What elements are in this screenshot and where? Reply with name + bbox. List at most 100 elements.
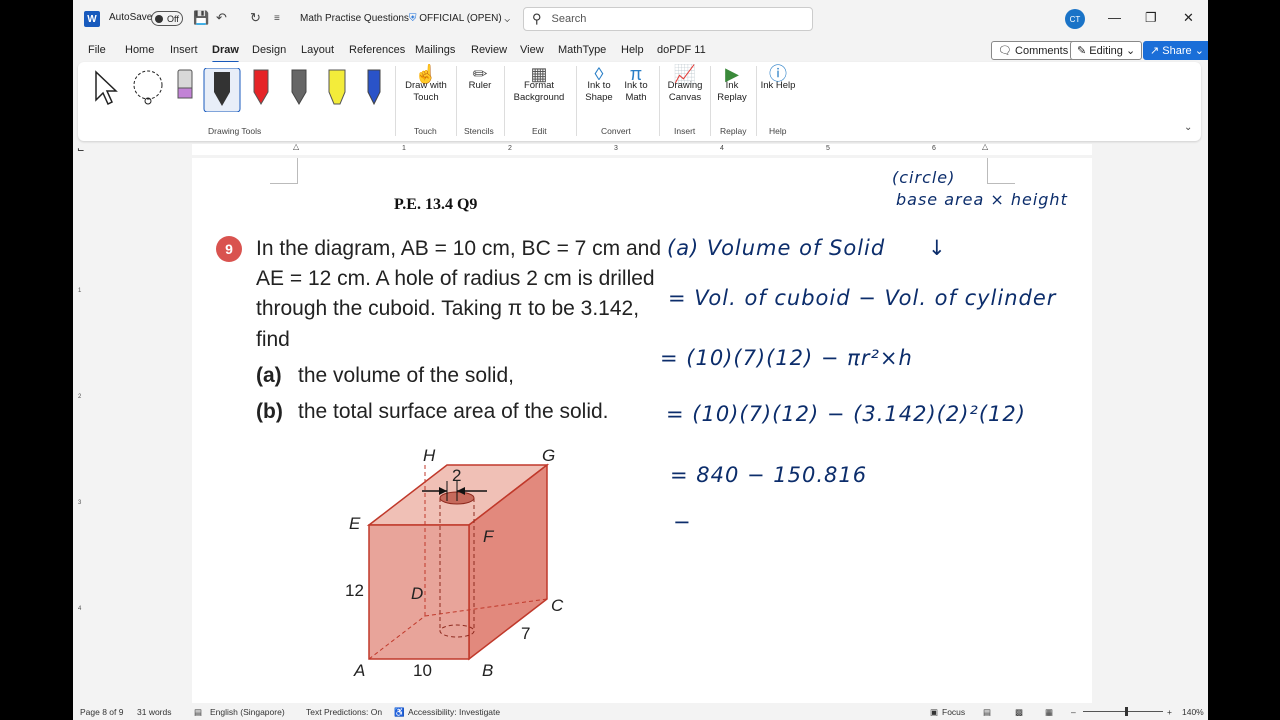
ink-working-line: = (10)(7)(12) − πr²×h: [660, 346, 913, 370]
ink-annotation: base area × height: [896, 190, 1068, 209]
tab-file[interactable]: File: [88, 44, 106, 56]
draw-with-touch-label: Draw with Touch: [405, 80, 447, 103]
vertex-label-b: B: [482, 661, 493, 680]
zoom-level[interactable]: 140%: [1182, 707, 1204, 717]
right-indent-marker[interactable]: △: [982, 142, 988, 151]
editing-button[interactable]: ✎ Editing ⌄: [1070, 41, 1143, 60]
focus-mode-button[interactable]: Focus: [942, 707, 965, 717]
share-button[interactable]: ↗ Share ⌄: [1143, 41, 1208, 60]
eraser-icon[interactable]: [177, 69, 193, 99]
tab-view[interactable]: View: [520, 44, 544, 56]
length-label-ae: 12: [345, 581, 364, 600]
save-icon[interactable]: 💾: [193, 10, 209, 26]
ruler-button[interactable]: ✏ Ruler: [460, 65, 500, 92]
tab-mathtype[interactable]: MathType: [558, 44, 606, 56]
part-a-text: the volume of the solid,: [298, 364, 514, 387]
redo-icon[interactable]: ↻: [250, 10, 261, 26]
ruler-number: 2: [508, 145, 512, 152]
word-count[interactable]: 31 words: [137, 707, 172, 717]
accessibility-status[interactable]: Accessibility: Investigate: [408, 707, 500, 717]
document-title[interactable]: Math Practise Questions: [300, 13, 409, 24]
undo-icon[interactable]: ↶: [216, 10, 227, 26]
length-label-bc: 7: [521, 624, 530, 643]
language-status[interactable]: English (Singapore): [210, 707, 285, 717]
drawing-canvas-button[interactable]: 📈 Drawing Canvas: [663, 65, 707, 104]
ink-replay-label: Ink Replay: [717, 80, 747, 103]
zoom-in-icon[interactable]: +: [1167, 707, 1172, 717]
word-window: W AutoSave Off 💾 ↶ ↻ ≡ Math Practise Que…: [73, 0, 1208, 720]
tab-references[interactable]: References: [349, 44, 405, 56]
zoom-out-icon[interactable]: –: [1071, 707, 1076, 717]
tab-selector-icon[interactable]: ⌙: [77, 144, 85, 155]
ruler-number: 3: [614, 145, 618, 152]
group-drawing-tools: Drawing Tools: [208, 126, 262, 136]
ink-math-icon: π: [629, 64, 643, 84]
ink-arrow: ↓: [928, 236, 947, 260]
comments-button[interactable]: 🗨 Comments: [991, 41, 1076, 60]
collapse-ribbon-icon[interactable]: ⌄: [1184, 122, 1192, 133]
format-background-button[interactable]: ▦ Format Background: [508, 64, 570, 104]
page-count[interactable]: Page 8 of 9: [80, 707, 123, 717]
part-b: (b) the total surface area of the solid.: [256, 400, 609, 424]
language-icon: ▤: [194, 707, 203, 717]
sensitivity-text: OFFICIAL (OPEN): [419, 13, 502, 24]
drawing-tools-gallery: [95, 68, 381, 112]
tab-draw[interactable]: Draw: [212, 44, 239, 64]
part-b-text: the total surface area of the solid.: [298, 400, 609, 423]
select-arrow-icon[interactable]: [95, 70, 118, 106]
vertex-label-g: G: [542, 446, 555, 465]
zoom-slider[interactable]: [1083, 707, 1163, 716]
grid-background-icon: ▦: [530, 64, 548, 84]
search-icon: ⚲: [532, 11, 542, 26]
document-page[interactable]: P.E. 13.4 Q9 9 In the diagram, AB = 10 c…: [192, 158, 1092, 703]
vertex-label-f: F: [483, 527, 495, 546]
horizontal-ruler[interactable]: 1 2 3 4 5 6 △ △: [192, 142, 1092, 155]
word-logo-icon: W: [84, 11, 100, 27]
tab-design[interactable]: Design: [252, 44, 286, 56]
pen-red-icon[interactable]: [253, 69, 269, 105]
vertex-label-c: C: [551, 596, 564, 615]
left-indent-marker[interactable]: △: [293, 142, 299, 151]
tab-layout[interactable]: Layout: [301, 44, 334, 56]
tab-help[interactable]: Help: [621, 44, 644, 56]
tab-dopdf[interactable]: doPDF 11: [657, 44, 706, 56]
sensitivity-label[interactable]: ⛨ OFFICIAL (OPEN) ⌄: [409, 13, 510, 24]
pen-galaxy-icon[interactable]: [367, 69, 381, 106]
lasso-select-icon[interactable]: [133, 70, 163, 105]
read-mode-icon[interactable]: ▤: [983, 707, 991, 718]
group-replay: Replay: [720, 126, 747, 136]
tab-review[interactable]: Review: [471, 44, 507, 56]
web-layout-icon[interactable]: ▦: [1045, 707, 1053, 718]
user-avatar[interactable]: CT: [1065, 9, 1085, 29]
pen-black-icon[interactable]: [203, 68, 241, 112]
customize-qat-icon[interactable]: ≡: [274, 13, 280, 24]
ribbon: Drawing Tools ☝ Draw with Touch Touch ✏ Ru…: [78, 62, 1201, 141]
text-predictions-status[interactable]: Text Predictions: On: [306, 707, 382, 717]
pen-gray-icon[interactable]: [291, 69, 307, 105]
ink-help-button[interactable]: ⓘ Ink Help: [760, 65, 796, 92]
ink-help-label: Ink Help: [760, 80, 796, 91]
vertical-ruler[interactable]: 1 2 3 4: [77, 168, 85, 693]
vertex-label-e: E: [349, 514, 361, 533]
print-layout-icon[interactable]: ▩: [1015, 707, 1023, 718]
ruler-label: Ruler: [468, 80, 492, 91]
question-number-badge: 9: [216, 236, 242, 262]
tab-insert[interactable]: Insert: [170, 44, 198, 56]
group-touch: Touch: [414, 126, 437, 136]
ink-to-math-button[interactable]: π Ink to Math: [618, 64, 654, 104]
ink-to-shape-button[interactable]: ◊ Ink to Shape: [581, 65, 617, 104]
ink-replay-button[interactable]: ▶ Ink Replay: [714, 65, 750, 104]
close-icon[interactable]: ✕: [1183, 10, 1194, 26]
ruler-number: 1: [402, 145, 406, 152]
draw-with-touch-button[interactable]: ☝ Draw with Touch: [401, 65, 451, 104]
autosave-label: AutoSave: [109, 12, 153, 23]
menu-bar: File Home Insert Draw Design Layout Refe…: [73, 38, 1208, 64]
highlighter-yellow-icon[interactable]: [328, 69, 346, 105]
minimize-icon[interactable]: —: [1108, 10, 1121, 25]
autosave-toggle[interactable]: Off: [151, 11, 183, 26]
tab-home[interactable]: Home: [125, 44, 154, 56]
question-line: find: [256, 328, 290, 351]
tab-mailings[interactable]: Mailings: [415, 44, 455, 56]
search-box[interactable]: ⚲ Search: [523, 7, 813, 31]
restore-icon[interactable]: ❐: [1145, 10, 1157, 26]
